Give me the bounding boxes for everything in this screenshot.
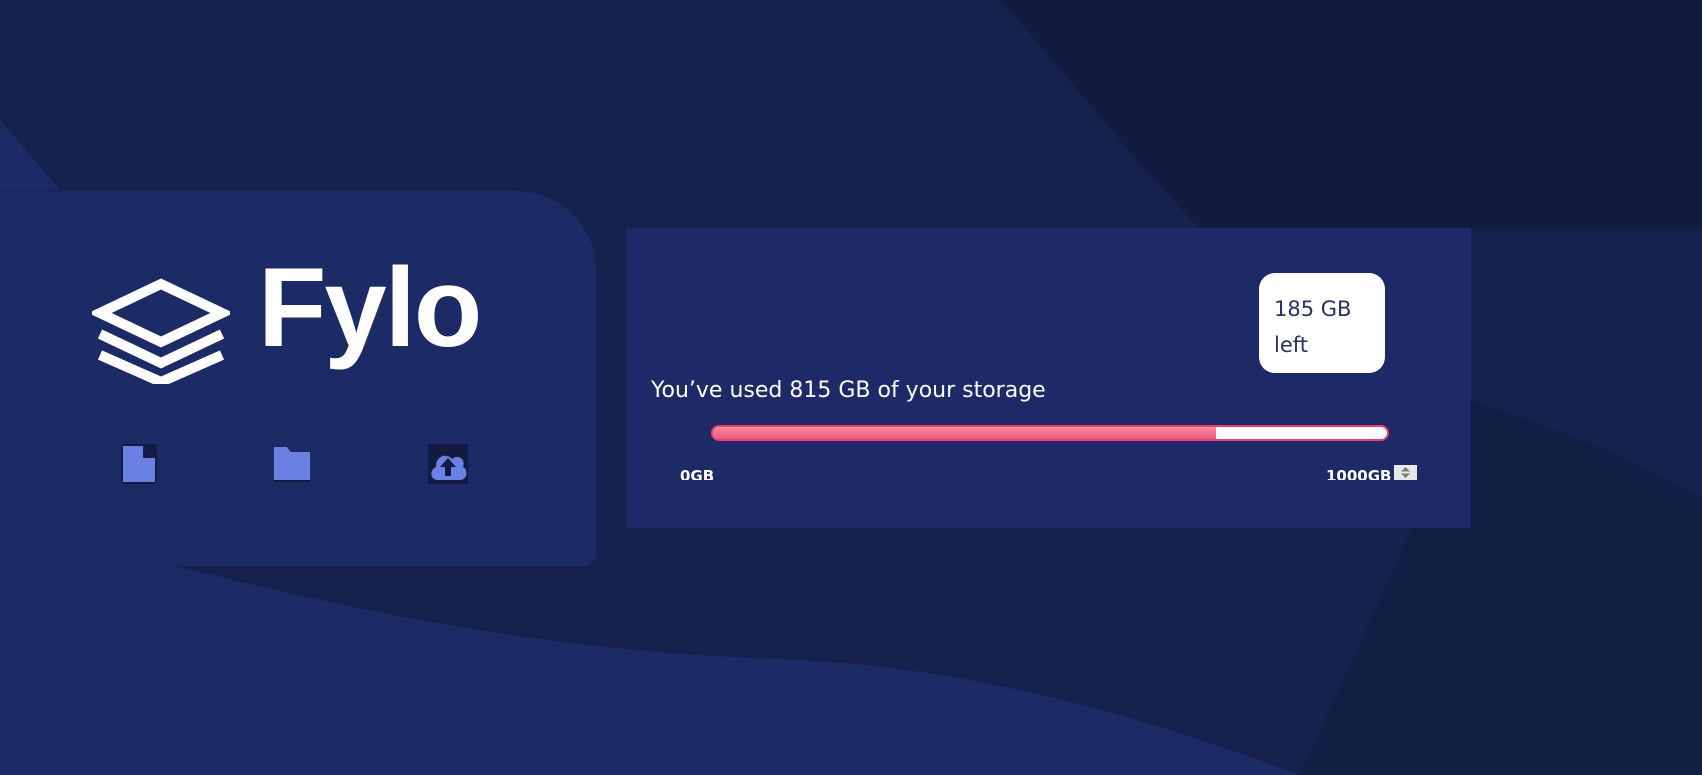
remaining-value: 185 GB: [1274, 297, 1352, 321]
fylo-logo: Fylo: [92, 252, 502, 390]
spin-arrows-icon: [1401, 467, 1410, 478]
number-stepper[interactable]: [1394, 465, 1417, 480]
storage-card: 185 GB left You’ve used 815 GB of your s…: [627, 228, 1471, 528]
storage-progress-fill: [713, 427, 1216, 439]
min-label: 0GB: [680, 468, 715, 480]
remaining-badge: 185 GB left: [1259, 273, 1385, 373]
upload-button[interactable]: [428, 444, 468, 484]
storage-progress-bar: [711, 425, 1389, 441]
brand-wordmark: Fylo: [258, 245, 482, 370]
upload-icon: [428, 444, 468, 484]
file-icon: [121, 444, 157, 484]
folder-button[interactable]: [272, 444, 312, 484]
remaining-unit: left: [1274, 333, 1309, 357]
folder-icon: [274, 447, 310, 482]
file-button[interactable]: [119, 444, 159, 484]
logo-layers-icon: [92, 278, 230, 384]
usage-text: You’ve used 815 GB of your storage: [651, 378, 1046, 403]
max-label: 1000GB: [1326, 468, 1392, 480]
